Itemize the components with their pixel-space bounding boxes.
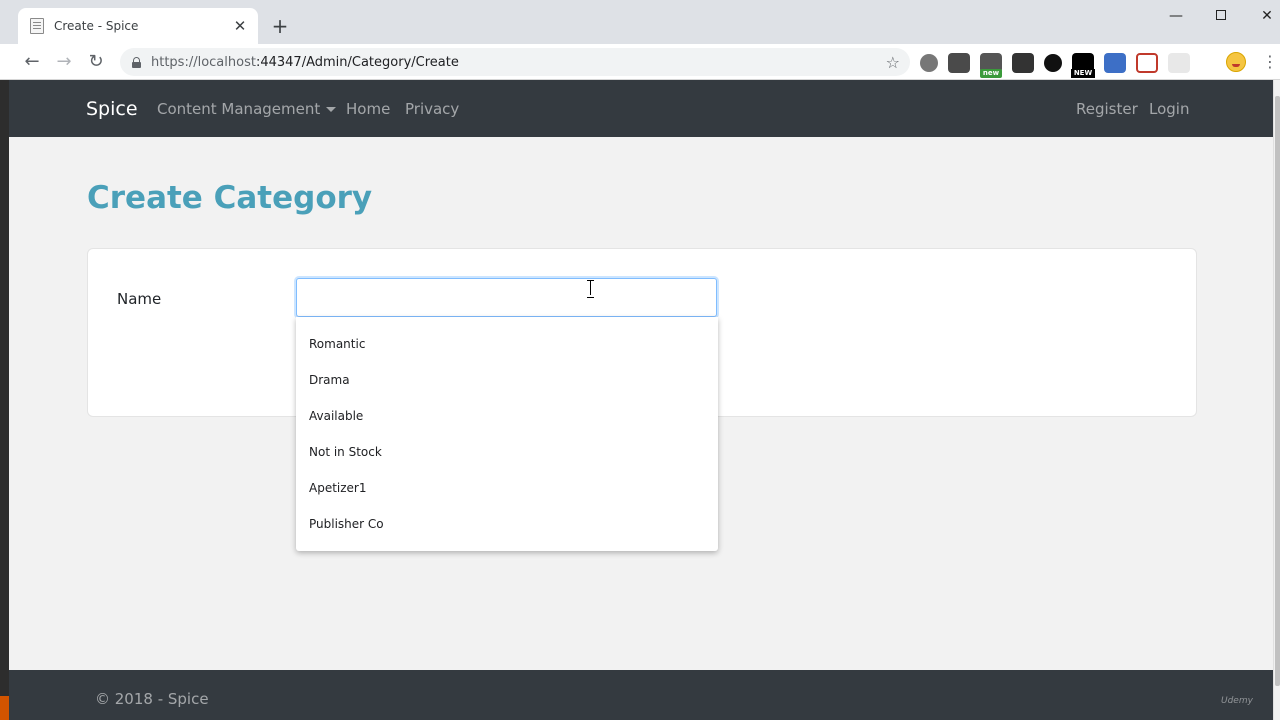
browser-toolbar: ← → ↻ https://localhost:44347/Admin/Cate… <box>0 44 1280 80</box>
window-maximize-icon[interactable] <box>1211 8 1231 24</box>
autocomplete-option[interactable]: Publisher Co <box>296 506 718 542</box>
url-path: :44347/Admin/Category/Create <box>255 54 459 70</box>
site-navbar: Spice Content Management Home Privacy Re… <box>9 80 1273 137</box>
nav-login[interactable]: Login <box>1149 100 1189 118</box>
brand-link[interactable]: Spice <box>86 98 138 120</box>
pen-extension-icon[interactable] <box>948 53 970 73</box>
name-input[interactable] <box>296 278 717 317</box>
back-arrow-icon[interactable]: ← <box>20 50 44 74</box>
page-viewport: Spice Content Management Home Privacy Re… <box>9 80 1273 720</box>
page-scrollbar[interactable] <box>1273 80 1280 720</box>
name-label: Name <box>117 290 162 308</box>
scrollbar-thumb[interactable] <box>1275 96 1280 686</box>
pocket-extension-icon[interactable] <box>1136 53 1158 73</box>
text-cursor-icon <box>586 280 595 298</box>
extensions-bar: new NEW <box>920 52 1190 78</box>
globe-extension-icon[interactable] <box>920 54 938 72</box>
e-extension-icon[interactable] <box>1044 54 1062 72</box>
download-extension-icon[interactable] <box>1104 53 1126 73</box>
footer-copyright: © 2018 - Spice <box>95 690 209 708</box>
browser-menu-icon[interactable]: ⋮ <box>1262 52 1278 72</box>
tab-title: Create - Spice <box>54 19 139 33</box>
autocomplete-option[interactable]: Romantic <box>296 326 718 362</box>
site-footer: © 2018 - Spice Udemy <box>9 670 1273 720</box>
nav-home[interactable]: Home <box>346 100 390 118</box>
capture-extension-icon[interactable]: new <box>980 53 1002 78</box>
browser-tabstrip: Create - Spice ✕ + — ✕ <box>0 0 1280 44</box>
window-minimize-icon[interactable]: — <box>1166 8 1186 24</box>
url-text[interactable]: https://localhost:44347/Admin/Category/C… <box>151 55 886 70</box>
page-favicon-icon <box>30 18 44 34</box>
url-host: https://localhost <box>151 54 256 70</box>
profile-avatar[interactable] <box>1226 52 1246 72</box>
autocomplete-dropdown: Romantic Drama Available Not in Stock Ap… <box>296 317 718 551</box>
tab-close-icon[interactable]: ✕ <box>232 18 248 34</box>
new-tab-icon[interactable]: + <box>270 15 290 37</box>
blank-extension-icon[interactable] <box>1168 53 1190 73</box>
nav-content-management-label: Content Management <box>157 100 321 118</box>
address-bar[interactable]: https://localhost:44347/Admin/Category/C… <box>120 48 910 76</box>
bookmark-star-icon[interactable]: ☆ <box>886 53 900 72</box>
forward-arrow-icon[interactable]: → <box>52 50 76 74</box>
new-badge: NEW <box>1071 69 1095 78</box>
desktop-edge <box>0 80 9 720</box>
nav-privacy[interactable]: Privacy <box>405 100 459 118</box>
nav-register[interactable]: Register <box>1076 100 1138 118</box>
window-close-icon[interactable]: ✕ <box>1257 8 1277 24</box>
page-title: Create Category <box>87 180 373 216</box>
autocomplete-option[interactable]: Not in Stock <box>296 434 718 470</box>
nav-content-management[interactable]: Content Management <box>157 100 337 118</box>
lock-icon[interactable] <box>132 56 141 68</box>
screen-extension-icon[interactable] <box>1012 53 1034 73</box>
udemy-watermark: Udemy <box>1221 696 1253 706</box>
new-badge: new <box>980 69 1002 78</box>
new-extension-icon[interactable]: NEW <box>1071 53 1095 78</box>
browser-tab[interactable]: Create - Spice ✕ <box>18 8 258 44</box>
autocomplete-option[interactable]: Available <box>296 398 718 434</box>
autocomplete-option[interactable]: Drama <box>296 362 718 398</box>
autocomplete-option[interactable]: Apetizer1 <box>296 470 718 506</box>
caret-down-icon <box>326 107 337 112</box>
reload-icon[interactable]: ↻ <box>84 50 108 74</box>
